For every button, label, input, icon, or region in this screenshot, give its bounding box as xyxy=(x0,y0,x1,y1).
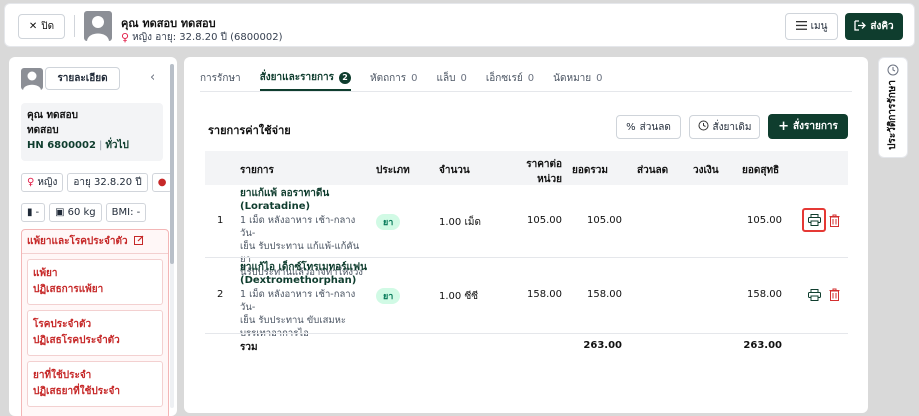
weight-chip: ▣ 60 kg xyxy=(49,203,102,222)
hamburger-icon xyxy=(795,20,807,33)
female-icon: ♀ xyxy=(121,31,130,44)
bmi-chip: BMI: - xyxy=(105,203,147,222)
trash-icon[interactable] xyxy=(827,212,841,228)
gender-chip: ♀ หญิง xyxy=(21,173,64,192)
col-net: ยอดสุทธิ xyxy=(742,165,780,176)
tab-procedures[interactable]: หัตถการ 0 xyxy=(370,66,418,91)
tab-lab[interactable]: แล็บ 0 xyxy=(437,66,467,91)
treatment-history-label: ประวัติการรักษา xyxy=(887,80,898,150)
close-button[interactable]: ✕ ปิด xyxy=(18,14,65,39)
tab-count: 0 xyxy=(596,73,603,84)
allergy-section: แพ้ยาและโรคประจำตัว แพ้ยา ปฏิเสธการแพ้ยา… xyxy=(21,229,169,416)
treatment-history-panel[interactable]: ประวัติการรักษา xyxy=(878,57,908,158)
tab-bar: การรักษา สั่งยาและรายการ 2 หัตถการ 0 แล็… xyxy=(200,66,622,91)
print-icon[interactable] xyxy=(802,208,826,232)
reorder-button[interactable]: สั่งยาเดิม xyxy=(689,115,760,139)
sum-total: 263.00 xyxy=(583,340,622,351)
tab-count: 2 xyxy=(338,71,351,84)
col-type: ประเภท xyxy=(376,165,410,176)
allergy-drug-card: แพ้ยา ปฏิเสธการแพ้ยา xyxy=(27,259,163,305)
vital-chips: ▮ - ▣ 60 kg BMI: - xyxy=(21,203,147,222)
patient-sidebar: รายละเอียด ‹ คุณ ทดสอบ ทดสอบ HN 6800002 |… xyxy=(9,57,177,416)
col-price: ราคาต่อ หน่วย xyxy=(526,159,562,185)
tab-orders[interactable]: สั่งยาและรายการ 2 xyxy=(259,66,351,91)
col-item: รายการ xyxy=(240,165,274,176)
sidebar-scrollbar-thumb[interactable] xyxy=(170,64,174,264)
percent-icon: % xyxy=(626,121,636,133)
scale-icon: ▣ xyxy=(55,207,65,218)
patient-info: ♀ หญิง อายุ: 32.8.20 ปี (6800002) xyxy=(121,31,283,44)
row-divider xyxy=(205,257,848,258)
history-icon xyxy=(887,64,899,79)
add-order-button[interactable]: + สั่งรายการ xyxy=(768,114,848,139)
sum-label: รวม xyxy=(240,342,258,353)
tab-treatment[interactable]: การรักษา xyxy=(200,66,241,91)
section-title: รายการค่าใช้จ่าย xyxy=(208,124,291,137)
drug-name: ยาแก้ไอ เด็กซ์โทรเมทอร์แฟน (Dextromethor… xyxy=(240,262,367,286)
allergy-header: แพ้ยาและโรคประจำตัว xyxy=(22,230,168,254)
send-queue-button[interactable]: ส่งคิว xyxy=(845,13,903,40)
patient-detail-button[interactable]: รายละเอียด xyxy=(45,67,120,90)
plus-icon: + xyxy=(778,119,790,134)
sum-net: 263.00 xyxy=(743,340,782,351)
print-icon[interactable] xyxy=(804,286,824,304)
qty: 1.00 เม็ด xyxy=(439,217,481,228)
col-total: ยอดรวม xyxy=(572,165,608,176)
edit-icon[interactable] xyxy=(133,235,144,248)
send-icon xyxy=(854,19,867,34)
height-chip: ▮ - xyxy=(21,203,46,222)
row-divider xyxy=(205,333,848,334)
patient-avatar xyxy=(84,11,112,41)
tab-count: 0 xyxy=(527,73,535,84)
main-panel: การรักษา สั่งยาและรายการ 2 หัตถการ 0 แล็… xyxy=(184,57,868,413)
history-icon xyxy=(698,120,709,134)
blood-drop-icon: ● xyxy=(157,177,167,188)
divider xyxy=(74,15,75,37)
chronic-disease-card: โรคประจำตัว ปฏิเสธโรคประจำตัว xyxy=(27,310,163,356)
tab-appointments[interactable]: นัดหมาย 0 xyxy=(553,66,602,91)
col-qty: จำนวน xyxy=(439,165,470,176)
patient-chips: ♀ หญิง อายุ 32.8.20 ปี ● xyxy=(21,173,173,192)
type-badge: ยา xyxy=(376,214,401,230)
tab-count: 0 xyxy=(411,73,418,84)
chevron-left-icon[interactable]: ‹ xyxy=(150,70,155,85)
col-credit: วงเงิน xyxy=(693,165,719,176)
discount-button[interactable]: % ส่วนลด xyxy=(616,115,681,139)
col-discount: ส่วนลด xyxy=(637,165,669,176)
row-number: 1 xyxy=(217,215,224,226)
type-badge: ยา xyxy=(376,288,401,304)
tabs-divider xyxy=(200,91,852,92)
trash-icon[interactable] xyxy=(827,286,841,302)
female-icon: ♀ xyxy=(27,177,35,188)
age-chip: อายุ 32.8.20 ปี xyxy=(67,173,148,192)
net: 105.00 xyxy=(747,215,782,226)
qty: 1.00 ซีซี xyxy=(439,291,479,302)
net: 158.00 xyxy=(747,289,782,300)
unit-price: 105.00 xyxy=(527,215,562,226)
total: 158.00 xyxy=(587,289,622,300)
height-icon: ▮ xyxy=(27,207,33,218)
top-bar: ✕ ปิด คุณ ทดสอบ ทดสอบ ♀ หญิง อายุ: 32.8.… xyxy=(4,3,915,47)
row-number: 2 xyxy=(217,289,224,300)
hn-line: HN 6800002 | ทั่วไป xyxy=(27,140,129,151)
drug-name: ยาแก้แพ้ ลอราทาดีน (Loratadine) xyxy=(240,188,330,212)
unit-price: 158.00 xyxy=(527,289,562,300)
close-label: ปิด xyxy=(41,21,55,32)
patient-card: คุณ ทดสอบ ทดสอบ HN 6800002 | ทั่วไป xyxy=(21,103,163,161)
regular-medication-card: ยาที่ใช้ประจำ ปฏิเสธยาที่ใช้ประจำ xyxy=(27,361,163,407)
tab-count: 0 xyxy=(460,73,467,84)
close-icon: ✕ xyxy=(28,21,38,32)
menu-button[interactable]: เมนู xyxy=(785,13,838,40)
tab-xray[interactable]: เอ็กซเรย์ 0 xyxy=(486,66,534,91)
total: 105.00 xyxy=(587,215,622,226)
patient-avatar-small xyxy=(21,68,43,90)
